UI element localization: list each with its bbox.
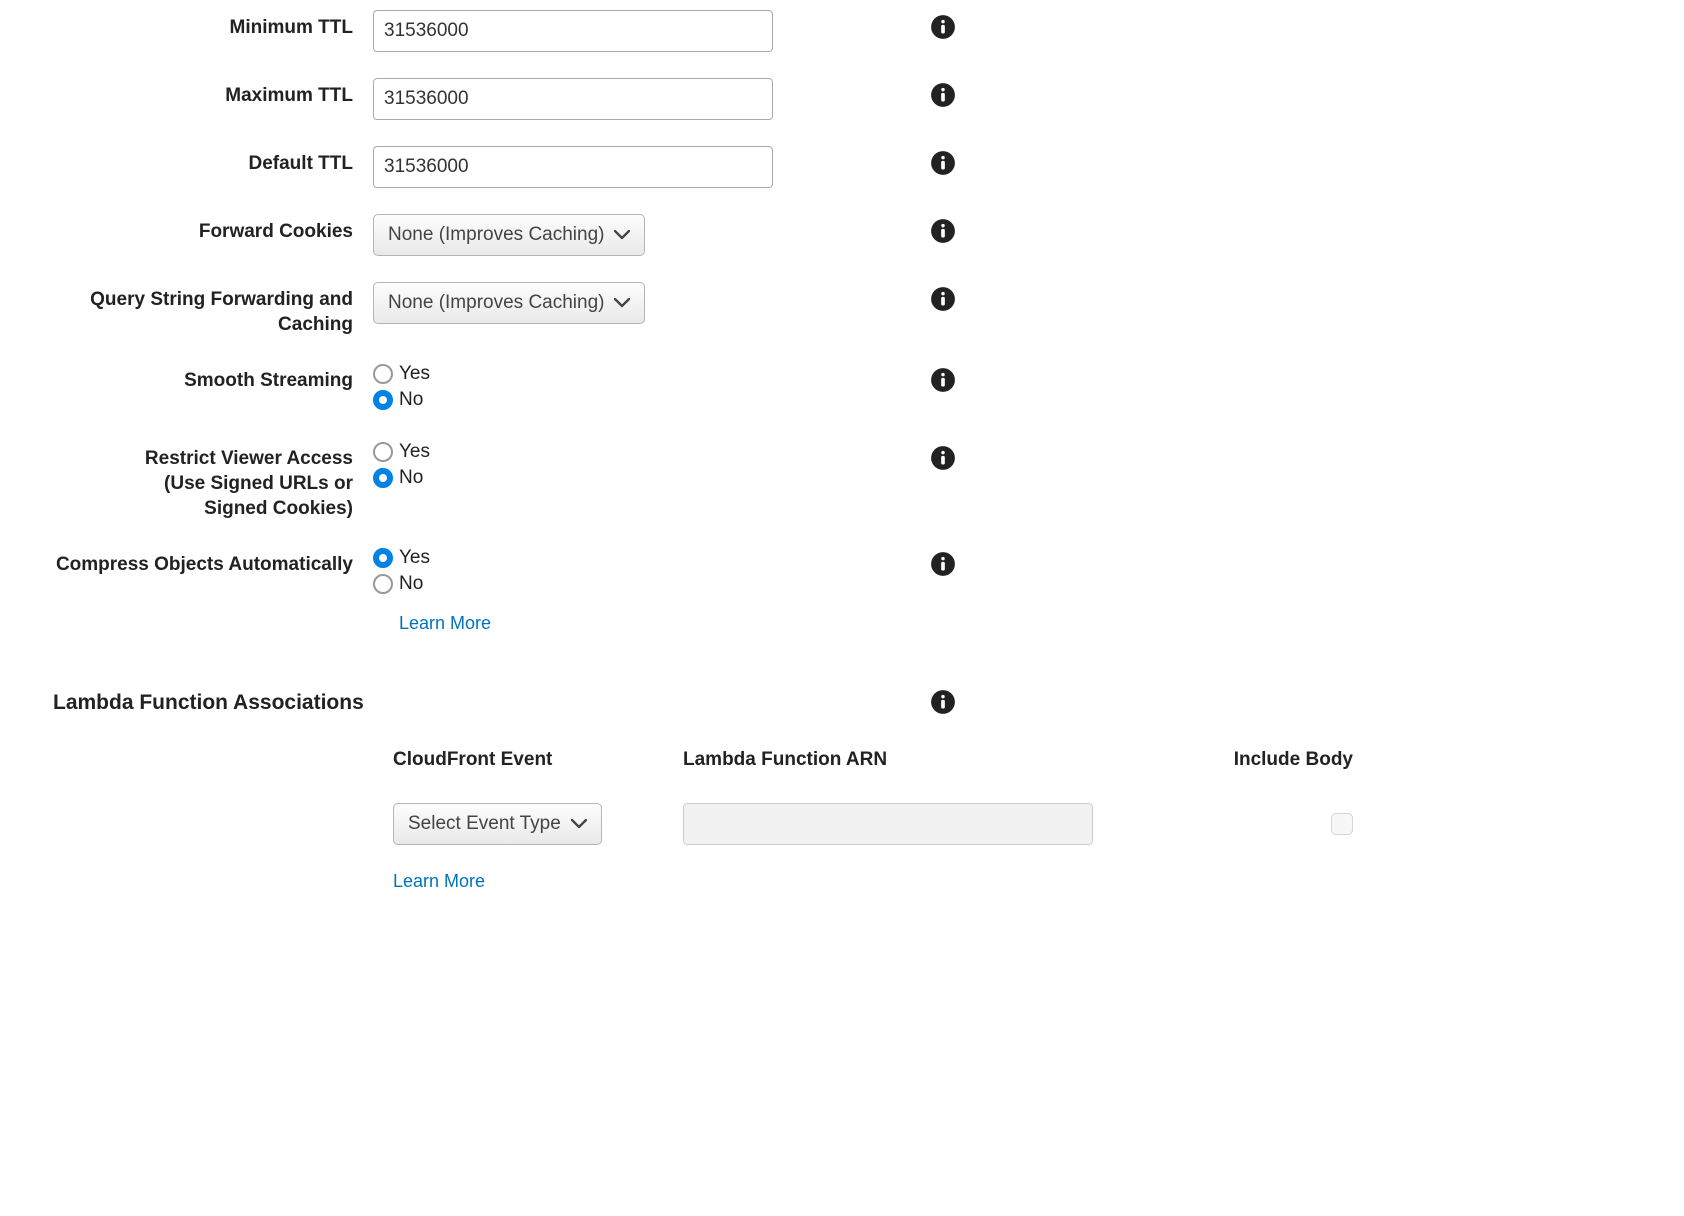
radio-label: Yes bbox=[399, 441, 430, 463]
lambda-col-arn-header: Lambda Function ARN bbox=[683, 749, 1163, 771]
radio-icon bbox=[373, 364, 393, 384]
chevron-down-icon bbox=[571, 813, 587, 835]
forward-cookies-value: None (Improves Caching) bbox=[388, 224, 604, 246]
lambda-section-header: Lambda Function Associations bbox=[18, 685, 1666, 721]
info-icon[interactable] bbox=[930, 14, 956, 40]
lambda-col-include-header: Include Body bbox=[1163, 749, 1353, 771]
info-icon[interactable] bbox=[930, 445, 956, 471]
info-icon[interactable] bbox=[930, 367, 956, 393]
maximum-ttl-input[interactable] bbox=[373, 78, 773, 120]
radio-label: No bbox=[399, 467, 423, 489]
smooth-streaming-label: Smooth Streaming bbox=[18, 363, 373, 394]
query-string-label: Query String Forwarding and Caching bbox=[18, 282, 373, 337]
info-icon[interactable] bbox=[930, 551, 956, 577]
radio-icon bbox=[373, 468, 393, 488]
row-query-string: Query String Forwarding and Caching None… bbox=[18, 282, 1666, 337]
default-ttl-label: Default TTL bbox=[18, 146, 373, 177]
minimum-ttl-label: Minimum TTL bbox=[18, 10, 373, 41]
lambda-columns: CloudFront Event Select Event Type Learn… bbox=[18, 749, 1666, 893]
lambda-arn-input[interactable] bbox=[683, 803, 1093, 845]
compress-no-option[interactable]: No bbox=[373, 573, 913, 595]
forward-cookies-label: Forward Cookies bbox=[18, 214, 373, 245]
info-icon[interactable] bbox=[930, 286, 956, 312]
info-icon[interactable] bbox=[930, 218, 956, 244]
compress-yes-option[interactable]: Yes bbox=[373, 547, 913, 569]
info-icon[interactable] bbox=[930, 150, 956, 176]
radio-icon bbox=[373, 390, 393, 410]
compress-objects-label: Compress Objects Automatically bbox=[18, 547, 373, 578]
radio-label: Yes bbox=[399, 547, 430, 569]
row-forward-cookies: Forward Cookies None (Improves Caching) bbox=[18, 214, 1666, 256]
radio-label: No bbox=[399, 389, 423, 411]
lambda-event-select[interactable]: Select Event Type bbox=[393, 803, 602, 845]
radio-icon bbox=[373, 548, 393, 568]
lambda-col-event-header: CloudFront Event bbox=[393, 749, 683, 771]
row-minimum-ttl: Minimum TTL bbox=[18, 10, 1666, 52]
restrict-viewer-no-option[interactable]: No bbox=[373, 467, 913, 489]
chevron-down-icon bbox=[614, 224, 630, 246]
row-compress-objects: Compress Objects Automatically Yes No Le… bbox=[18, 547, 1666, 635]
compress-learn-more-link[interactable]: Learn More bbox=[399, 613, 491, 634]
forward-cookies-select[interactable]: None (Improves Caching) bbox=[373, 214, 645, 256]
smooth-streaming-no-option[interactable]: No bbox=[373, 389, 913, 411]
info-icon[interactable] bbox=[930, 82, 956, 108]
info-icon[interactable] bbox=[930, 689, 956, 715]
radio-label: Yes bbox=[399, 363, 430, 385]
restrict-viewer-label: Restrict Viewer Access (Use Signed URLs … bbox=[18, 441, 373, 521]
restrict-viewer-yes-option[interactable]: Yes bbox=[373, 441, 913, 463]
default-ttl-input[interactable] bbox=[373, 146, 773, 188]
lambda-event-placeholder: Select Event Type bbox=[408, 813, 561, 835]
chevron-down-icon bbox=[614, 292, 630, 314]
row-smooth-streaming: Smooth Streaming Yes No bbox=[18, 363, 1666, 415]
lambda-learn-more-link[interactable]: Learn More bbox=[393, 871, 485, 892]
radio-label: No bbox=[399, 573, 423, 595]
minimum-ttl-input[interactable] bbox=[373, 10, 773, 52]
maximum-ttl-label: Maximum TTL bbox=[18, 78, 373, 109]
radio-icon bbox=[373, 442, 393, 462]
row-restrict-viewer: Restrict Viewer Access (Use Signed URLs … bbox=[18, 441, 1666, 521]
lambda-section-title: Lambda Function Associations bbox=[18, 691, 913, 715]
query-string-value: None (Improves Caching) bbox=[388, 292, 604, 314]
row-maximum-ttl: Maximum TTL bbox=[18, 78, 1666, 120]
row-default-ttl: Default TTL bbox=[18, 146, 1666, 188]
query-string-select[interactable]: None (Improves Caching) bbox=[373, 282, 645, 324]
include-body-checkbox[interactable] bbox=[1331, 813, 1353, 835]
smooth-streaming-yes-option[interactable]: Yes bbox=[373, 363, 913, 385]
radio-icon bbox=[373, 574, 393, 594]
